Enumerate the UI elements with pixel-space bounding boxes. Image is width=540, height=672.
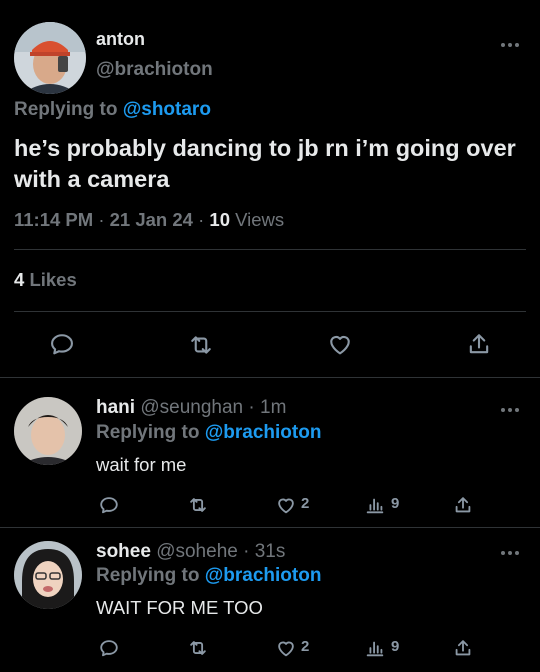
views-label: Views (235, 209, 285, 230)
likes-label: Likes (29, 269, 77, 290)
handle[interactable]: @brachioton (96, 59, 213, 81)
likes-count: 4 (14, 269, 25, 290)
views-count: 9 (391, 495, 400, 512)
replying-line: Replying to @shotaro (14, 99, 211, 121)
tweet-meta: 11:14 PM · 21 Jan 24 · 10 Views (14, 209, 284, 231)
more-icon[interactable] (501, 550, 521, 556)
reply-icon[interactable] (98, 637, 120, 659)
tweet-date[interactable]: 21 Jan 24 (110, 209, 193, 230)
divider (0, 377, 540, 378)
replying-to-link[interactable]: @shotaro (123, 99, 211, 120)
like-count: 2 (301, 638, 310, 655)
meta-separator: · (248, 397, 255, 418)
like-icon[interactable] (326, 330, 354, 358)
replying-line: Replying to @brachioton (96, 422, 321, 444)
replying-label: Replying to (14, 99, 118, 120)
divider (0, 527, 540, 528)
reply-age[interactable]: 1m (260, 397, 286, 418)
meta-separator: · (243, 541, 250, 562)
reply-age[interactable]: 31s (255, 541, 286, 562)
display-name[interactable]: hani (96, 397, 135, 418)
divider (14, 311, 526, 312)
retweet-icon[interactable] (187, 331, 215, 359)
more-icon[interactable] (501, 42, 521, 48)
reply-header: sohee @sohehe · 31s (96, 541, 285, 563)
views-icon[interactable] (364, 637, 386, 659)
replying-to-link[interactable]: @brachioton (205, 565, 322, 586)
display-name[interactable]: sohee (96, 541, 151, 562)
handle[interactable]: @seunghan (140, 397, 243, 418)
like-count: 2 (301, 495, 310, 512)
replying-label: Replying to (96, 422, 200, 443)
reply-text: WAIT FOR ME TOO (96, 597, 263, 618)
divider (14, 249, 526, 250)
replying-label: Replying to (96, 565, 200, 586)
share-icon[interactable] (465, 330, 493, 358)
retweet-icon[interactable] (187, 494, 209, 516)
display-name[interactable]: anton (96, 29, 145, 50)
retweet-icon[interactable] (187, 637, 209, 659)
replying-line: Replying to @brachioton (96, 565, 321, 587)
reply-header: hani @seunghan · 1m (96, 397, 286, 419)
views-count: 9 (391, 638, 400, 655)
views-count: 10 (209, 209, 230, 230)
reply-icon[interactable] (98, 494, 120, 516)
meta-separator: · (98, 209, 110, 230)
share-icon[interactable] (452, 494, 474, 516)
reply-text: wait for me (96, 454, 187, 475)
more-icon[interactable] (501, 407, 521, 413)
like-icon[interactable] (275, 494, 297, 516)
handle[interactable]: @sohehe (156, 541, 238, 562)
avatar[interactable] (14, 397, 82, 465)
avatar[interactable] (14, 541, 82, 609)
replying-to-link[interactable]: @brachioton (205, 422, 322, 443)
meta-separator: · (198, 209, 210, 230)
views-icon[interactable] (364, 494, 386, 516)
tweet-text: he’s probably dancing to jb rn i’m going… (14, 135, 516, 192)
avatar[interactable] (14, 22, 86, 94)
tweet-time[interactable]: 11:14 PM (14, 209, 93, 230)
share-icon[interactable] (452, 637, 474, 659)
likes-stat[interactable]: 4 Likes (14, 269, 77, 291)
like-icon[interactable] (275, 637, 297, 659)
reply-icon[interactable] (48, 330, 76, 358)
